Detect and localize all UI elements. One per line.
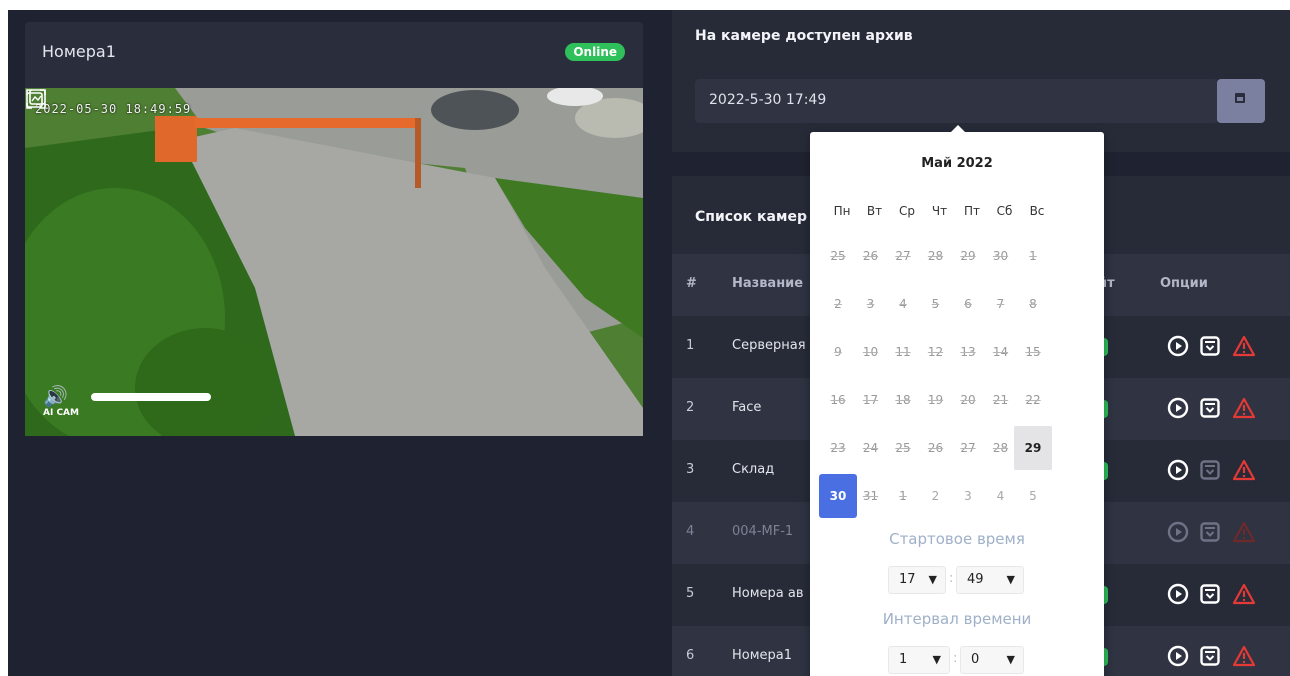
archive-panel: На камере доступен архив 2022-5-30 17:49 [672,10,1290,152]
play-icon[interactable] [1166,334,1190,358]
row-number: 4 [686,524,695,539]
camera-header: Номера1 Online [25,22,643,86]
archive-icon[interactable] [1198,458,1222,482]
calendar-day: 22 [1025,393,1041,407]
weekday-label: Ср [899,204,915,218]
chevron-down-icon: ▼ [1006,573,1015,586]
alert-icon[interactable] [1232,334,1256,358]
camera-name: Номера ав [732,586,804,601]
weekday-label: Сб [996,204,1013,218]
calendar-month: Май 2022 [921,156,993,171]
start-hour-select[interactable]: 17 ▼ [888,566,946,594]
time-separator: : [949,571,954,586]
camera-name: 004-MF-1 [732,524,794,539]
weekday-label: Чт [931,204,948,218]
camera-name: Серверная [732,338,806,353]
alert-icon[interactable] [1232,520,1256,544]
calendar-day: 1 [1029,249,1037,263]
column-header-number: # [686,276,697,291]
chevron-down-icon: ▼ [928,573,937,586]
weekday-label: Пт [963,204,980,218]
alert-icon[interactable] [1232,396,1256,420]
video-frame [25,88,643,436]
video-player[interactable]: 2022-05-30 18:49:59 🔊 AI CAM [25,88,643,436]
archive-icon[interactable] [1198,582,1222,606]
weekday-label: Вс [1029,204,1045,218]
play-icon[interactable] [1166,582,1190,606]
row-number: 6 [686,648,695,663]
app: Номера1 Online 2022-05-30 18:49:59 🔊 AI … [8,10,1290,676]
play-icon[interactable] [1166,396,1190,420]
date-picker: Май 2022 Пн Вт Ср Чт Пт Сб Вс 25 26 27 28 29 30 1 2 3 4… [810,125,1104,676]
calendar-icon [1235,93,1245,103]
play-icon[interactable] [1166,458,1190,482]
archive-date-input[interactable]: 2022-5-30 17:49 [695,79,1219,123]
chevron-down-icon: ▼ [1006,653,1015,666]
date-picker-arrow [950,125,966,133]
archive-date-value: 2022-5-30 17:49 [709,92,827,108]
row-number: 3 [686,462,695,477]
interval-hour-value: 1 [899,652,908,667]
play-icon[interactable] [1166,520,1190,544]
start-time-label: Стартовое время [889,530,1025,548]
archive-icon[interactable] [1198,520,1222,544]
start-minute-select[interactable]: 49 ▼ [956,566,1024,594]
alert-icon[interactable] [1232,458,1256,482]
archive-title: На камере доступен архив [695,28,913,44]
start-hour-value: 17 [899,572,916,587]
calendar-day: 15 [1025,345,1041,359]
weekday-label: Вт [866,204,883,218]
archive-icon[interactable] [1198,396,1222,420]
start-minute-value: 49 [967,572,984,587]
calendar-day: 8 [1029,297,1037,311]
row-number: 1 [686,338,695,353]
chevron-down-icon: ▼ [932,653,941,666]
alert-icon[interactable] [1232,582,1256,606]
fullscreen-icon[interactable] [25,88,47,110]
alert-icon[interactable] [1232,644,1256,668]
calendar-button[interactable] [1217,79,1265,123]
row-number: 2 [686,400,695,415]
archive-icon[interactable] [1198,334,1222,358]
archive-icon[interactable] [1198,644,1222,668]
row-number: 5 [686,586,695,601]
column-header-name: Название [732,276,804,291]
ai-cam-logo: AI CAM [43,408,79,418]
video-timestamp: 2022-05-30 18:49:59 [35,102,192,116]
play-icon[interactable] [1166,644,1190,668]
status-badge: Online [565,43,625,61]
camera-list-title: Список камер [695,209,807,225]
interval-hour-select[interactable]: 1 ▼ [888,646,950,674]
interval-minute-select[interactable]: 0 ▼ [960,646,1024,674]
interval-label: Интервал времени [882,610,1032,628]
camera-name: Face [732,400,762,415]
time-separator: : [953,651,958,666]
camera-name: Номера1 [732,648,793,663]
camera-name: Склад [732,462,775,477]
weekday-label: Пн [833,204,851,218]
calendar-day-available[interactable]: 29 [1014,426,1052,470]
column-header-options: Опции [1160,276,1208,291]
camera-card: Номера1 Online 2022-05-30 18:49:59 🔊 AI … [25,22,643,436]
interval-minute-value: 0 [971,652,980,667]
calendar-day: 5 [1029,489,1037,503]
volume-slider[interactable] [91,393,211,401]
camera-title: Номера1 [42,42,116,61]
volume-icon[interactable]: 🔊 [43,386,68,406]
